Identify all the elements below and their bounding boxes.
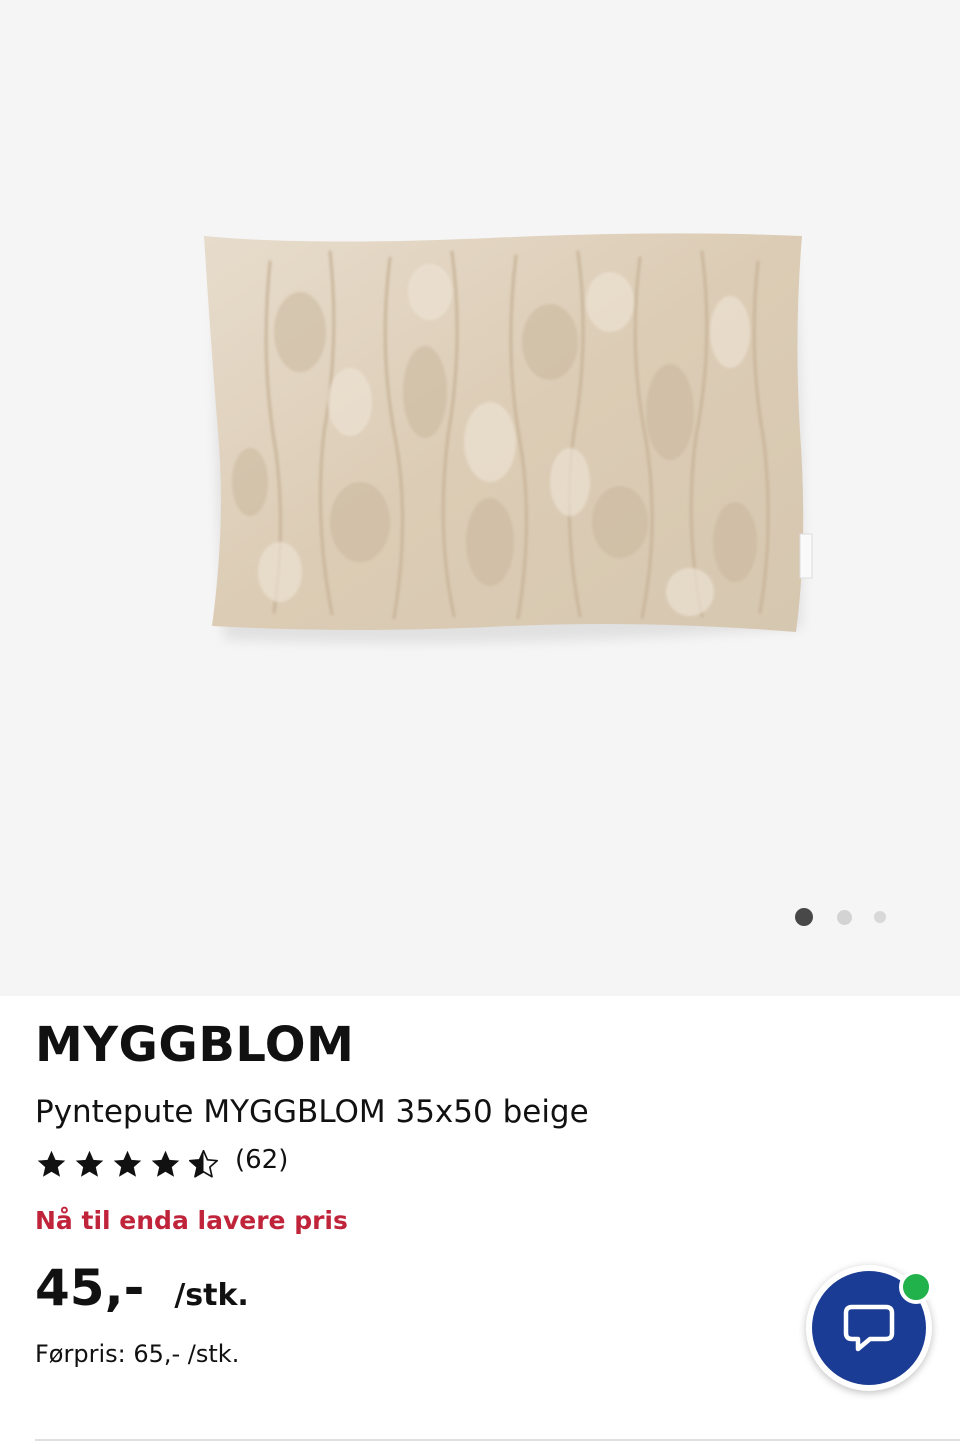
star-filled-icon — [151, 1150, 180, 1177]
previous-price: Førpris: 65,- /stk. — [35, 1340, 240, 1368]
rating-stars — [35, 1148, 225, 1181]
carousel-indicator — [795, 908, 906, 926]
rating[interactable]: (62) — [35, 1142, 925, 1186]
promo-label: Nå til enda lavere pris — [35, 1206, 348, 1235]
price-unit: /stk. — [174, 1278, 249, 1313]
product-info: MYGGBLOM Pyntepute MYGGBLOM 35x50 beige — [35, 1016, 925, 1368]
chat-button[interactable] — [806, 1265, 933, 1391]
carousel-dot[interactable] — [874, 911, 886, 923]
carousel-dot-active[interactable] — [795, 908, 813, 926]
divider — [35, 1439, 960, 1441]
review-count[interactable]: (62) — [235, 1145, 288, 1175]
star-filled-icon — [113, 1150, 142, 1177]
product-image[interactable] — [190, 222, 820, 652]
carousel-dot[interactable] — [837, 909, 852, 925]
product-description: Pyntepute MYGGBLOM 35x50 beige — [35, 1094, 589, 1130]
star-half-icon — [188, 1149, 219, 1178]
chat-bubble-icon — [843, 1304, 895, 1352]
product-page: MYGGBLOM Pyntepute MYGGBLOM 35x50 beige — [0, 0, 960, 1444]
online-status-indicator — [899, 1270, 933, 1304]
price-row: 45,- /stk. — [35, 1258, 925, 1318]
price: 45,- — [35, 1259, 145, 1317]
star-filled-icon — [37, 1150, 66, 1177]
star-filled-icon — [75, 1150, 104, 1177]
product-name: MYGGBLOM — [35, 1017, 355, 1073]
product-image-gallery[interactable] — [0, 0, 960, 996]
